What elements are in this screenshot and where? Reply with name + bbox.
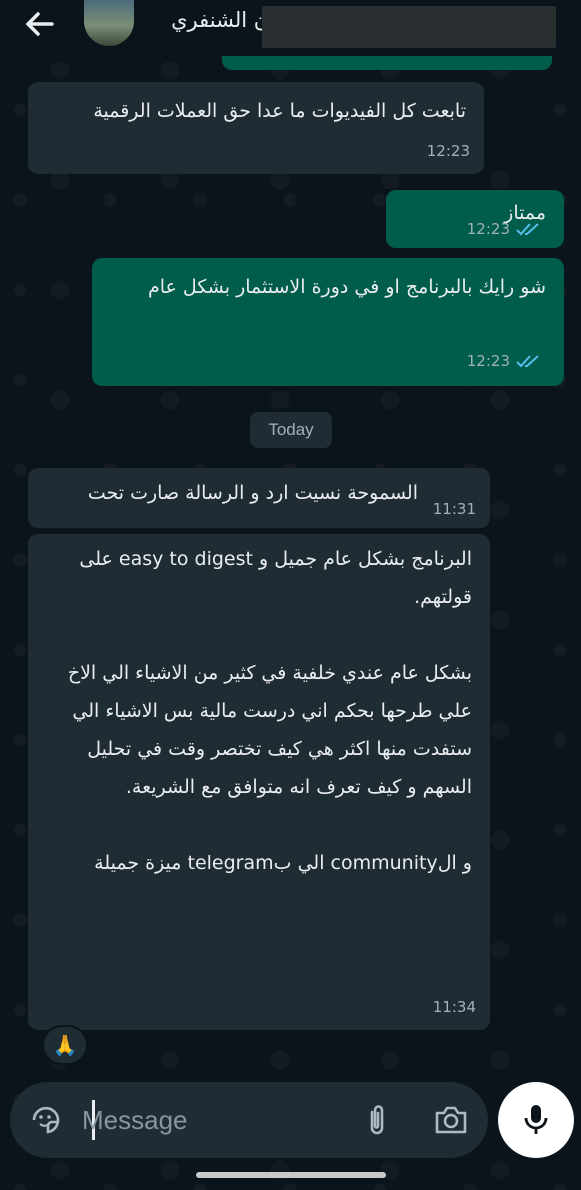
message-text: السموحة نسيت ارد و الرسالة صارت تحت <box>87 482 418 504</box>
attach-button[interactable] <box>362 1102 392 1138</box>
message-meta: 12:23 <box>467 342 542 380</box>
message-time: 12:23 <box>466 220 510 238</box>
message-bubble-incoming[interactable]: البرنامج بشكل عام جميل و easy to digest … <box>28 534 490 1030</box>
message-text: تابعت كل الفيديوات ما عدا حق العملات الر… <box>93 100 466 122</box>
contact-avatar[interactable] <box>84 0 134 46</box>
camera-button[interactable] <box>432 1102 470 1138</box>
paperclip-icon <box>370 1105 384 1135</box>
chat-header: ان الشنفري <box>0 0 581 62</box>
message-meta: 12:23 <box>427 132 470 170</box>
voice-record-button[interactable] <box>498 1082 574 1158</box>
message-meta: 11:31 <box>433 494 476 524</box>
message-time: 12:23 <box>426 142 470 160</box>
message-time: 12:23 <box>466 352 510 370</box>
camera-icon <box>435 1106 467 1134</box>
sticker-button[interactable] <box>28 1102 64 1138</box>
message-bubble-outgoing[interactable]: ممتاز 12:23 <box>386 190 564 248</box>
read-receipt-icon <box>516 355 539 368</box>
message-meta: 11:34 <box>433 988 476 1026</box>
microphone-icon <box>524 1105 548 1134</box>
contact-name[interactable]: ان الشنفري <box>160 8 275 32</box>
message-bubble-incoming[interactable]: السموحة نسيت ارد و الرسالة صارت تحت 11:3… <box>28 468 490 528</box>
message-bubble-incoming[interactable]: تابعت كل الفيديوات ما عدا حق العملات الر… <box>28 82 484 174</box>
message-text: شو رايك بالبرنامج او في دورة الاستثمار ب… <box>147 276 546 298</box>
message-text: البرنامج بشكل عام جميل و easy to digest … <box>67 548 472 874</box>
message-composer <box>10 1082 488 1158</box>
home-indicator <box>196 1172 386 1178</box>
arrow-left-icon <box>26 12 54 36</box>
message-meta: 12:23 <box>467 214 542 244</box>
read-receipt-icon <box>516 223 539 236</box>
message-time: 11:34 <box>432 998 476 1016</box>
back-button[interactable] <box>20 8 60 40</box>
message-time: 11:31 <box>432 500 476 518</box>
sticker-icon <box>32 1106 60 1134</box>
message-reaction[interactable]: 🙏 <box>42 1025 88 1065</box>
message-bubble-outgoing[interactable]: شو رايك بالبرنامج او في دورة الاستثمار ب… <box>92 258 564 386</box>
date-divider: Today <box>250 412 332 448</box>
previous-message-bubble[interactable] <box>222 56 552 70</box>
message-input[interactable] <box>82 1100 352 1140</box>
redacted-name-block <box>262 6 556 48</box>
